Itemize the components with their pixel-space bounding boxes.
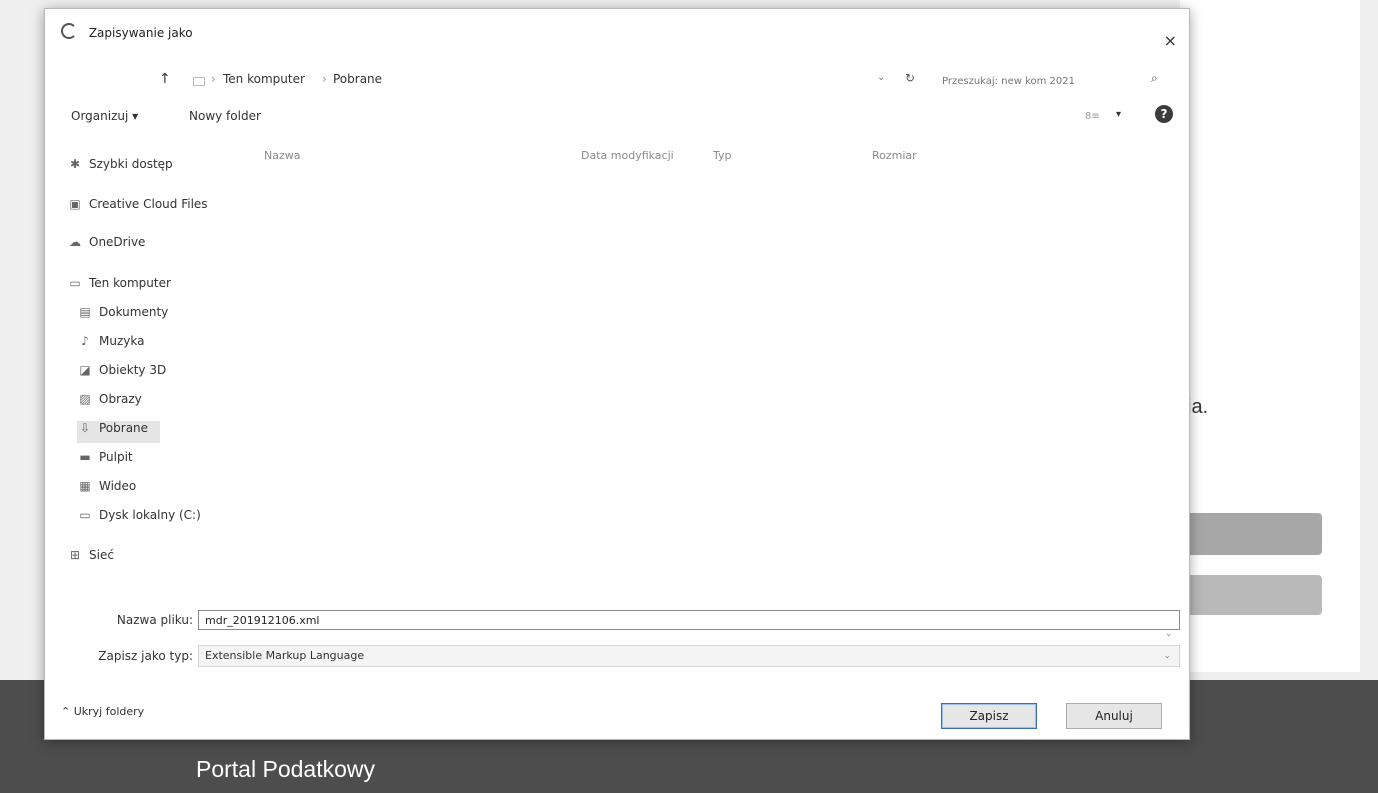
view-dropdown-icon[interactable]: ▾	[1116, 109, 1121, 120]
search-input[interactable]	[940, 69, 1134, 93]
video-icon: ▦	[79, 479, 91, 493]
column-header-type[interactable]: Typ	[713, 149, 732, 162]
breadcrumb-separator-icon: ›	[322, 72, 327, 86]
computer-icon: ▭	[69, 276, 81, 290]
address-bar: ↑ › Ten komputer › Pobrane ⌄ ↻ ⌕	[45, 69, 1189, 95]
background-secondary-button[interactable]	[1180, 575, 1322, 615]
dialog-title: Zapisywanie jako	[88, 26, 193, 40]
nav-item-documents[interactable]: ▤ Dokumenty	[77, 305, 168, 327]
breadcrumb-this-pc[interactable]: Ten komputer	[223, 72, 305, 86]
nav-item-videos[interactable]: ▦ Wideo	[77, 479, 136, 501]
chevron-down-icon: ⌄	[1163, 651, 1171, 661]
background-primary-button[interactable]	[1180, 513, 1322, 555]
organize-button[interactable]: Organizuj ▾	[71, 109, 138, 123]
desktop-icon: ▬	[79, 450, 91, 464]
nav-item-creative-cloud[interactable]: ▣ Creative Cloud Files	[67, 197, 207, 219]
pictures-icon: ▨	[79, 392, 91, 406]
dialog-title-bar: Zapisywanie jako	[61, 23, 193, 40]
help-icon[interactable]: ?	[1155, 105, 1173, 123]
nav-item-music[interactable]: ♪ Muzyka	[77, 334, 144, 356]
background-partial-text: ia.	[1187, 396, 1209, 418]
nav-item-pictures[interactable]: ▨ Obrazy	[77, 392, 141, 414]
close-button[interactable]: ×	[1164, 31, 1177, 50]
filetype-label: Zapisz jako typ:	[98, 649, 193, 663]
column-header-date[interactable]: Data modyfikacji	[581, 149, 674, 162]
breadcrumb-separator-icon: ›	[211, 72, 216, 86]
filetype-value: Extensible Markup Language	[205, 649, 365, 662]
star-icon: ✱	[69, 157, 81, 171]
nav-item-quick-access[interactable]: ✱ Szybki dostęp	[67, 157, 173, 179]
search-icon[interactable]: ⌕	[1151, 71, 1158, 86]
nav-item-network[interactable]: ⊞ Sieć	[67, 548, 114, 570]
nav-item-this-pc[interactable]: ▭ Ten komputer	[67, 276, 171, 298]
network-icon: ⊞	[69, 548, 81, 562]
up-arrow-icon[interactable]: ↑	[159, 71, 171, 87]
column-header-size[interactable]: Rozmiar	[872, 149, 917, 162]
save-as-dialog: Zapisywanie jako × ↑ › Ten komputer › Po…	[44, 8, 1190, 740]
background-page-card	[1180, 0, 1360, 672]
cloud-folder-icon: ▣	[69, 197, 81, 211]
new-folder-button[interactable]: Nowy folder	[189, 109, 261, 123]
toolbar: Organizuj ▾ Nowy folder 8≡ ▾ ?	[45, 105, 1189, 131]
filename-input[interactable]	[198, 610, 1180, 630]
breadcrumb-downloads[interactable]: Pobrane	[333, 72, 382, 86]
disk-icon: ▭	[79, 508, 91, 522]
music-icon: ♪	[81, 334, 89, 348]
chrome-app-icon	[61, 23, 77, 39]
filetype-select[interactable]: Extensible Markup Language ⌄	[198, 645, 1180, 667]
refresh-icon[interactable]: ↻	[905, 71, 915, 85]
save-button[interactable]: Zapisz	[941, 703, 1037, 729]
view-options-icon[interactable]: 8≡	[1085, 111, 1100, 122]
pc-icon	[193, 77, 205, 86]
portal-title: Portal Podatkowy	[196, 756, 375, 782]
cube-icon: ◪	[79, 363, 91, 377]
address-dropdown-icon[interactable]: ⌄	[877, 72, 885, 83]
nav-item-3d-objects[interactable]: ◪ Obiekty 3D	[77, 363, 166, 385]
filename-label: Nazwa pliku:	[116, 613, 193, 627]
cancel-button[interactable]: Anuluj	[1066, 703, 1162, 729]
filename-dropdown-icon[interactable]: ⌄	[1165, 629, 1173, 639]
nav-item-local-disk[interactable]: ▭ Dysk lokalny (C:)	[77, 508, 200, 530]
documents-icon: ▤	[79, 305, 91, 319]
nav-item-desktop[interactable]: ▬ Pulpit	[77, 450, 132, 472]
download-icon: ⇩	[79, 421, 91, 435]
onedrive-icon: ☁	[69, 235, 81, 249]
hide-folders-button[interactable]: ⌃ Ukryj foldery	[61, 705, 144, 718]
column-header-name[interactable]: Nazwa	[264, 149, 300, 162]
nav-item-downloads[interactable]: ⇩ Pobrane	[77, 421, 161, 443]
nav-item-onedrive[interactable]: ☁ OneDrive	[67, 235, 145, 257]
